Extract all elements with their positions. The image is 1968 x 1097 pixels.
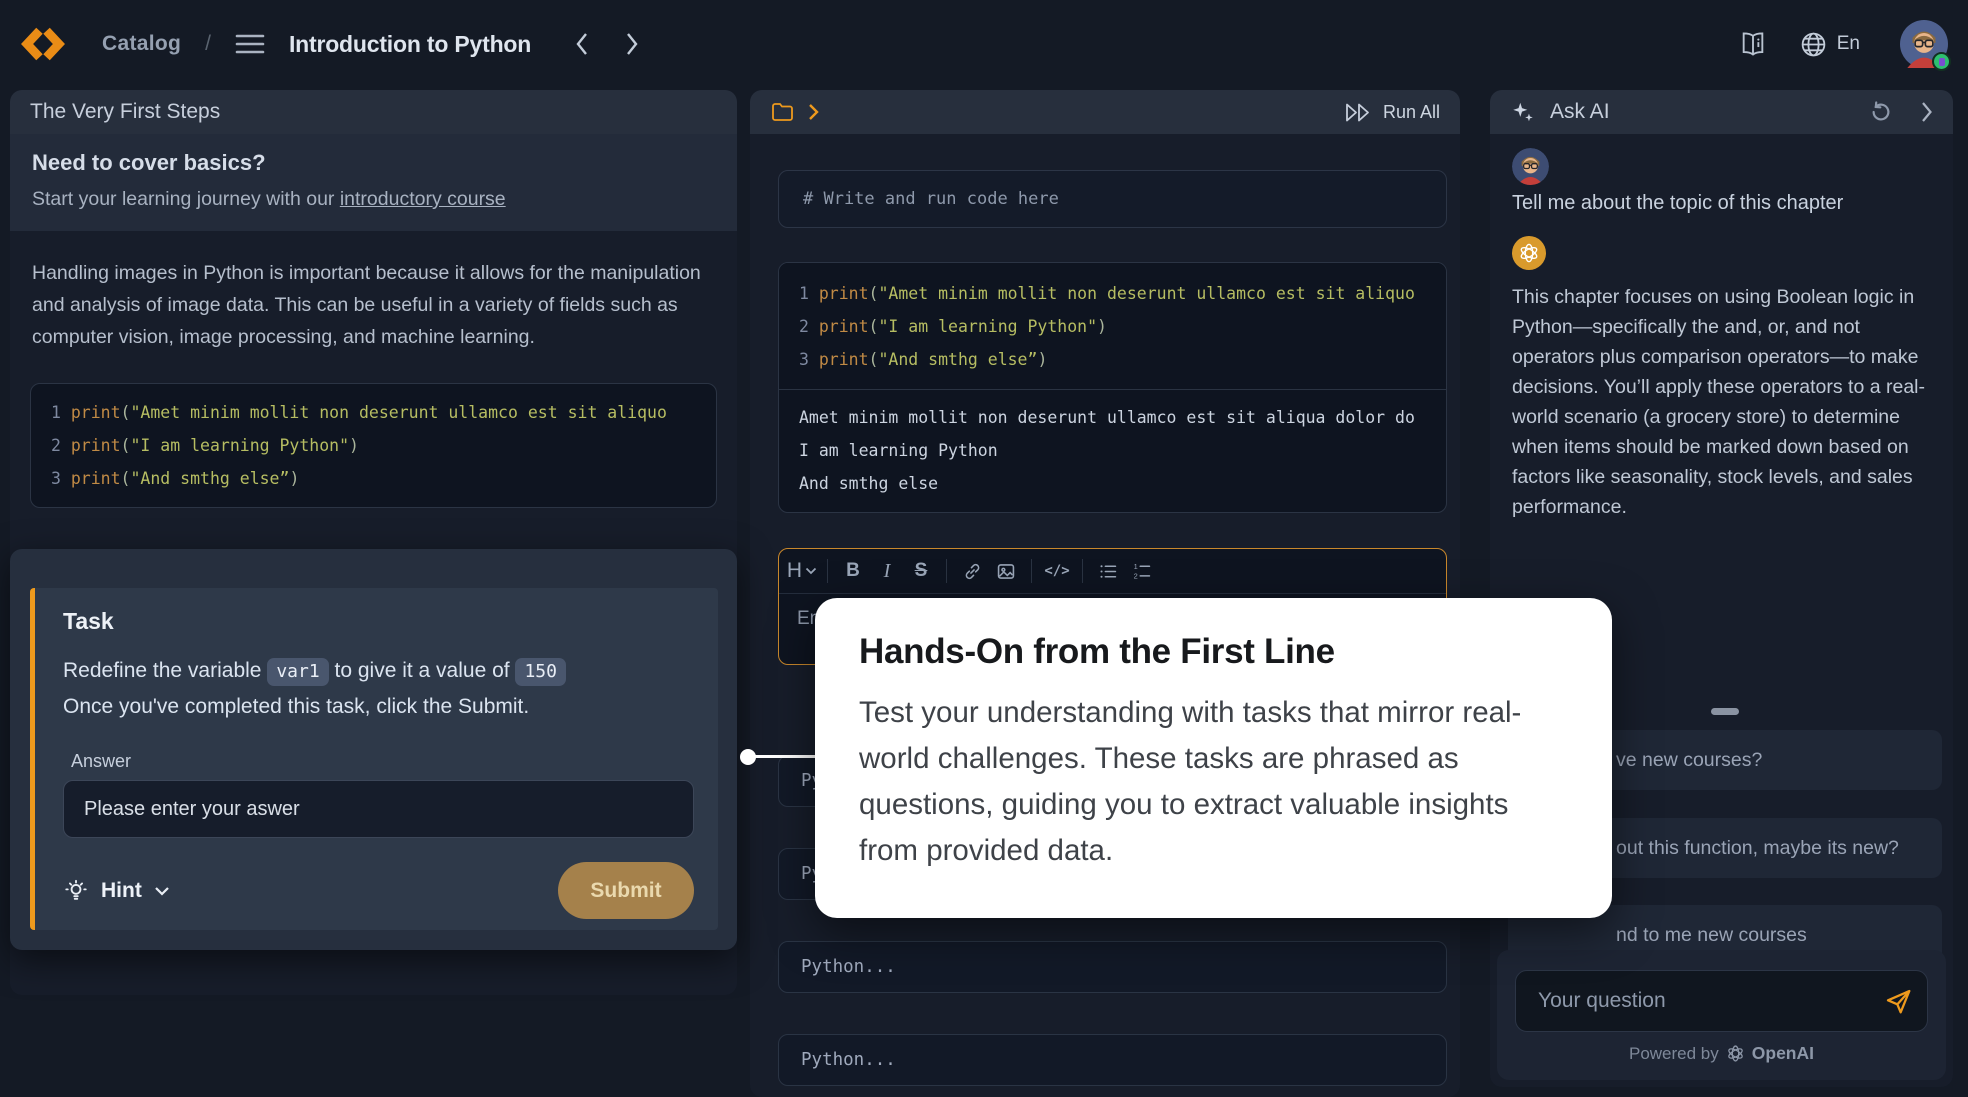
run-all-icon [1343,102,1373,123]
powered-by: Powered by OpenAI [1497,1043,1946,1064]
code-chip-var1: var1 [267,658,328,686]
ask-ai-header: Ask AI [1490,90,1953,134]
breadcrumb-chevron-icon [807,103,819,121]
python-cell-3[interactable]: Python... [778,941,1447,993]
submit-button[interactable]: Submit [558,862,694,919]
send-icon[interactable] [1882,985,1914,1017]
ask-ai-title: Ask AI [1550,100,1610,124]
lessons-menu-icon[interactable] [235,33,265,55]
lesson-paragraph: Handling images in Python is important b… [32,257,722,353]
basics-info-box: Need to cover basics? Start your learnin… [10,134,737,231]
tour-tooltip-body: Test your understanding with tasks that … [859,690,1568,874]
svg-text:1: 1 [1134,561,1138,570]
hint-label: Hint [101,879,142,903]
lesson-title: The Very First Steps [30,100,220,124]
openai-label: OpenAI [1752,1043,1814,1064]
task-heading: Task [63,608,694,635]
link-icon[interactable] [955,555,989,587]
breadcrumb-catalog[interactable]: Catalog [102,32,181,56]
heading-button[interactable]: H [785,555,819,587]
sparkles-icon [1510,99,1536,125]
language-selector[interactable]: En [1799,30,1860,59]
openai-avatar-icon [1512,236,1546,270]
chat-user-avatar [1512,148,1549,185]
ai-message: This chapter focuses on using Boolean lo… [1512,282,1938,522]
task-description: Redefine the variable var1 to give it a … [63,653,694,725]
lightbulb-icon [63,878,89,904]
editor-header: Run All [750,90,1460,134]
question-box: Powered by OpenAI [1497,950,1946,1080]
navbar: Catalog / Introduction to Python [0,0,1968,88]
avatar-status-badge [1932,52,1951,71]
chevron-down-icon [154,886,170,896]
code-chip-150: 150 [515,658,566,686]
task-section: Task Redefine the variable var1 to give … [10,549,737,950]
italic-button[interactable]: I [870,555,904,587]
code-cell[interactable]: 1 print("Amet minim mollit non deserunt … [778,262,1447,513]
user-message: Tell me about the topic of this chapter [1512,192,1843,215]
python-cell-4[interactable]: Python... [778,1034,1447,1086]
brand-logo-icon[interactable] [20,24,66,64]
numbered-list-icon[interactable]: 1 2 [1125,555,1159,587]
glossary-book-icon[interactable] [1737,30,1769,58]
breadcrumb-separator: / [205,32,211,56]
answer-label: Answer [71,751,694,772]
collapse-panel-icon[interactable] [1920,101,1933,123]
strikethrough-button[interactable]: S [904,555,938,587]
lesson-code-block: 1 print("Amet minim mollit non deserunt … [30,383,717,508]
introductory-course-link[interactable]: introductory course [340,188,506,210]
page-title: Introduction to Python [289,31,531,58]
bullet-list-icon[interactable] [1091,555,1125,587]
tour-tooltip: Hands-On from the First Line Test your u… [815,598,1612,918]
code-format-icon[interactable]: </> [1040,555,1074,587]
code-cell-source: 1 print("Amet minim mollit non deserunt … [779,263,1446,389]
lesson-panel: The Very First Steps Need to cover basic… [10,90,737,995]
bold-button[interactable]: B [836,555,870,587]
app-root: Catalog / Introduction to Python [0,0,1968,1097]
info-text: Start your learning journey with our [32,188,340,210]
code-editor-panel: Run All # Write and run code here 1 prin… [750,90,1460,1097]
svg-text:2: 2 [1134,571,1138,580]
formatting-toolbar: H B I S [779,549,1446,594]
question-input[interactable] [1515,970,1928,1032]
resize-handle[interactable] [1711,708,1739,715]
image-icon[interactable] [989,555,1023,587]
ask-ai-panel: Ask AI [1490,90,1953,1087]
reset-chat-icon[interactable] [1868,99,1894,125]
user-avatar[interactable] [1900,20,1948,68]
tour-connector-dot [740,749,756,765]
info-heading: Need to cover basics? [32,150,715,176]
language-label: En [1837,33,1860,55]
scratch-code-input[interactable]: # Write and run code here [778,170,1447,228]
folder-icon[interactable] [770,101,795,123]
hint-button[interactable]: Hint [63,878,170,904]
run-all-button[interactable]: Run All [1343,102,1440,123]
globe-icon [1799,30,1828,59]
code-cell-output: Amet minim mollit non deserunt ullamco e… [779,389,1446,512]
tour-tooltip-title: Hands-On from the First Line [859,632,1568,672]
lesson-panel-header: The Very First Steps [10,90,737,134]
prev-chapter-icon[interactable] [569,32,595,56]
answer-input[interactable] [63,780,694,838]
openai-logo-icon [1726,1044,1745,1063]
task-card: Task Redefine the variable var1 to give … [30,588,718,930]
next-chapter-icon[interactable] [619,32,645,56]
tour-connector-line [748,755,818,758]
